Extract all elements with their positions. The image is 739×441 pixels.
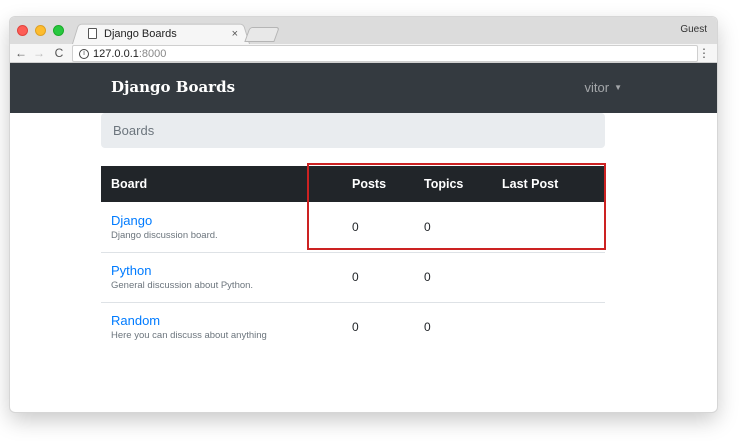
last-post-cell [502, 302, 605, 352]
browser-toolbar: ← → C i 127.0.0.1:8000 ⋮ [10, 44, 717, 63]
tab-strip: Django Boards × Guest [10, 17, 717, 44]
header-last-post: Last Post [502, 166, 605, 202]
table-header-row: Board Posts Topics Last Post [101, 166, 605, 202]
boards-table: Board Posts Topics Last Post Django Djan… [101, 166, 605, 352]
address-bar[interactable]: i 127.0.0.1:8000 [72, 45, 698, 62]
board-description: General discussion about Python. [111, 280, 254, 291]
profile-label[interactable]: Guest [680, 24, 707, 35]
board-cell: Django Django discussion board. [101, 202, 352, 252]
posts-count: 0 [352, 320, 359, 335]
posts-count: 0 [352, 219, 359, 234]
tab-title: Django Boards [104, 27, 177, 40]
board-description: Django discussion board. [111, 229, 218, 241]
board-link-random[interactable]: Random [111, 313, 352, 328]
board-cell: Random Here you can discuss about anythi… [101, 302, 352, 352]
back-button[interactable]: ← [14, 46, 28, 60]
header-topics: Topics [424, 166, 502, 202]
last-post-cell [502, 202, 605, 252]
breadcrumb: Boards [101, 113, 605, 148]
topics-count: 0 [424, 320, 431, 335]
table-row: Random Here you can discuss about anythi… [101, 302, 605, 352]
header-posts: Posts [352, 166, 424, 202]
url-port: :8000 [138, 47, 167, 60]
topics-count: 0 [424, 219, 431, 234]
url-host: 127.0.0.1 [93, 47, 139, 60]
reload-button[interactable]: C [52, 46, 66, 60]
posts-count: 0 [352, 270, 359, 284]
board-link-python[interactable]: Python [111, 263, 352, 278]
tab-content[interactable]: Django Boards × [80, 23, 244, 44]
breadcrumb-item-boards: Boards [113, 123, 155, 138]
board-cell: Python General discussion about Python. [101, 252, 352, 302]
browser-menu-icon[interactable]: ⋮ [698, 46, 710, 60]
zoom-window-button[interactable] [53, 25, 64, 36]
user-dropdown[interactable]: vitor ▼ [585, 80, 622, 95]
new-tab-button[interactable] [244, 27, 280, 42]
info-icon[interactable]: i [79, 48, 89, 59]
user-name: vitor [584, 80, 610, 95]
tab-close-icon[interactable]: × [232, 28, 238, 40]
chevron-down-icon: ▼ [614, 83, 622, 92]
board-link-django[interactable]: Django [111, 213, 352, 228]
close-window-button[interactable] [17, 25, 28, 36]
page-icon [88, 28, 97, 39]
minimize-window-button[interactable] [35, 25, 46, 36]
site-navbar: Django Boards vitor ▼ [10, 63, 717, 113]
table-row: Django Django discussion board. 0 0 [101, 202, 605, 252]
topics-count: 0 [424, 270, 431, 284]
table-row: Python General discussion about Python. … [101, 252, 605, 302]
board-description: Here you can discuss about anything [111, 330, 267, 342]
forward-button[interactable]: → [32, 46, 46, 60]
last-post-cell [502, 252, 605, 302]
brand-logo[interactable]: Django Boards [111, 78, 235, 96]
header-board: Board [101, 166, 352, 202]
